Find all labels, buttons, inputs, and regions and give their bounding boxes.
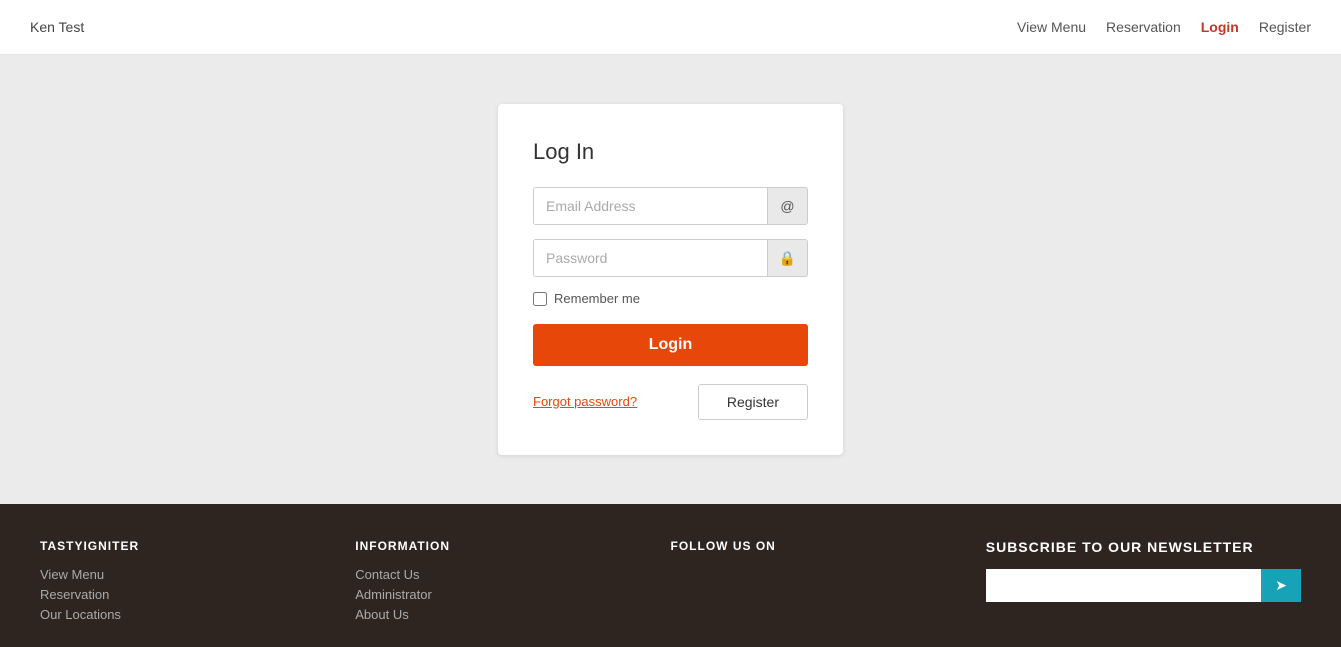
footer-col-newsletter: Subscribe to our newsletter ➤ [986, 539, 1301, 627]
nav-view-menu[interactable]: View Menu [1017, 19, 1086, 35]
login-button[interactable]: Login [533, 324, 808, 366]
site-logo[interactable]: Ken Test [30, 19, 84, 35]
remember-row: Remember me [533, 291, 808, 306]
send-icon: ➤ [1275, 577, 1287, 593]
email-input-group: @ [533, 187, 808, 225]
nav-reservation[interactable]: Reservation [1106, 19, 1181, 35]
nav-register[interactable]: Register [1259, 19, 1311, 35]
register-button[interactable]: Register [698, 384, 808, 420]
footer-col-social: FOLLOW US ON [671, 539, 986, 627]
login-actions: Forgot password? Register [533, 384, 808, 420]
footer-col2-heading: INFORMATION [355, 539, 670, 553]
password-input-group: 🔒 [533, 239, 808, 277]
remember-label[interactable]: Remember me [554, 291, 640, 306]
footer-link-reservation[interactable]: Reservation [40, 587, 355, 602]
newsletter-email-input[interactable] [986, 569, 1262, 602]
site-header: Ken Test View Menu Reservation Login Reg… [0, 0, 1341, 55]
footer-col-tastyigniter: TASTYIGNITER View Menu Reservation Our L… [40, 539, 355, 627]
login-card: Log In @ 🔒 Remember me Login Forgot pass… [498, 104, 843, 455]
forgot-password-link[interactable]: Forgot password? [533, 393, 637, 411]
main-content: Log In @ 🔒 Remember me Login Forgot pass… [0, 55, 1341, 504]
newsletter-submit-button[interactable]: ➤ [1261, 569, 1301, 602]
newsletter-form: ➤ [986, 569, 1301, 602]
site-footer: TASTYIGNITER View Menu Reservation Our L… [0, 504, 1341, 647]
footer-link-about-us[interactable]: About Us [355, 607, 670, 622]
password-field[interactable] [534, 240, 767, 276]
nav-login[interactable]: Login [1201, 19, 1239, 35]
main-nav: View Menu Reservation Login Register [1017, 19, 1311, 35]
footer-col-information: INFORMATION Contact Us Administrator Abo… [355, 539, 670, 627]
email-icon: @ [767, 188, 807, 224]
footer-link-contact-us[interactable]: Contact Us [355, 567, 670, 582]
footer-col3-heading: FOLLOW US ON [671, 539, 986, 553]
remember-checkbox[interactable] [533, 292, 547, 306]
email-field[interactable] [534, 188, 767, 224]
footer-link-view-menu[interactable]: View Menu [40, 567, 355, 582]
lock-icon: 🔒 [767, 240, 807, 276]
footer-col1-heading: TASTYIGNITER [40, 539, 355, 553]
login-title: Log In [533, 139, 808, 165]
footer-link-administrator[interactable]: Administrator [355, 587, 670, 602]
footer-link-our-locations[interactable]: Our Locations [40, 607, 355, 622]
newsletter-heading: Subscribe to our newsletter [986, 539, 1301, 555]
